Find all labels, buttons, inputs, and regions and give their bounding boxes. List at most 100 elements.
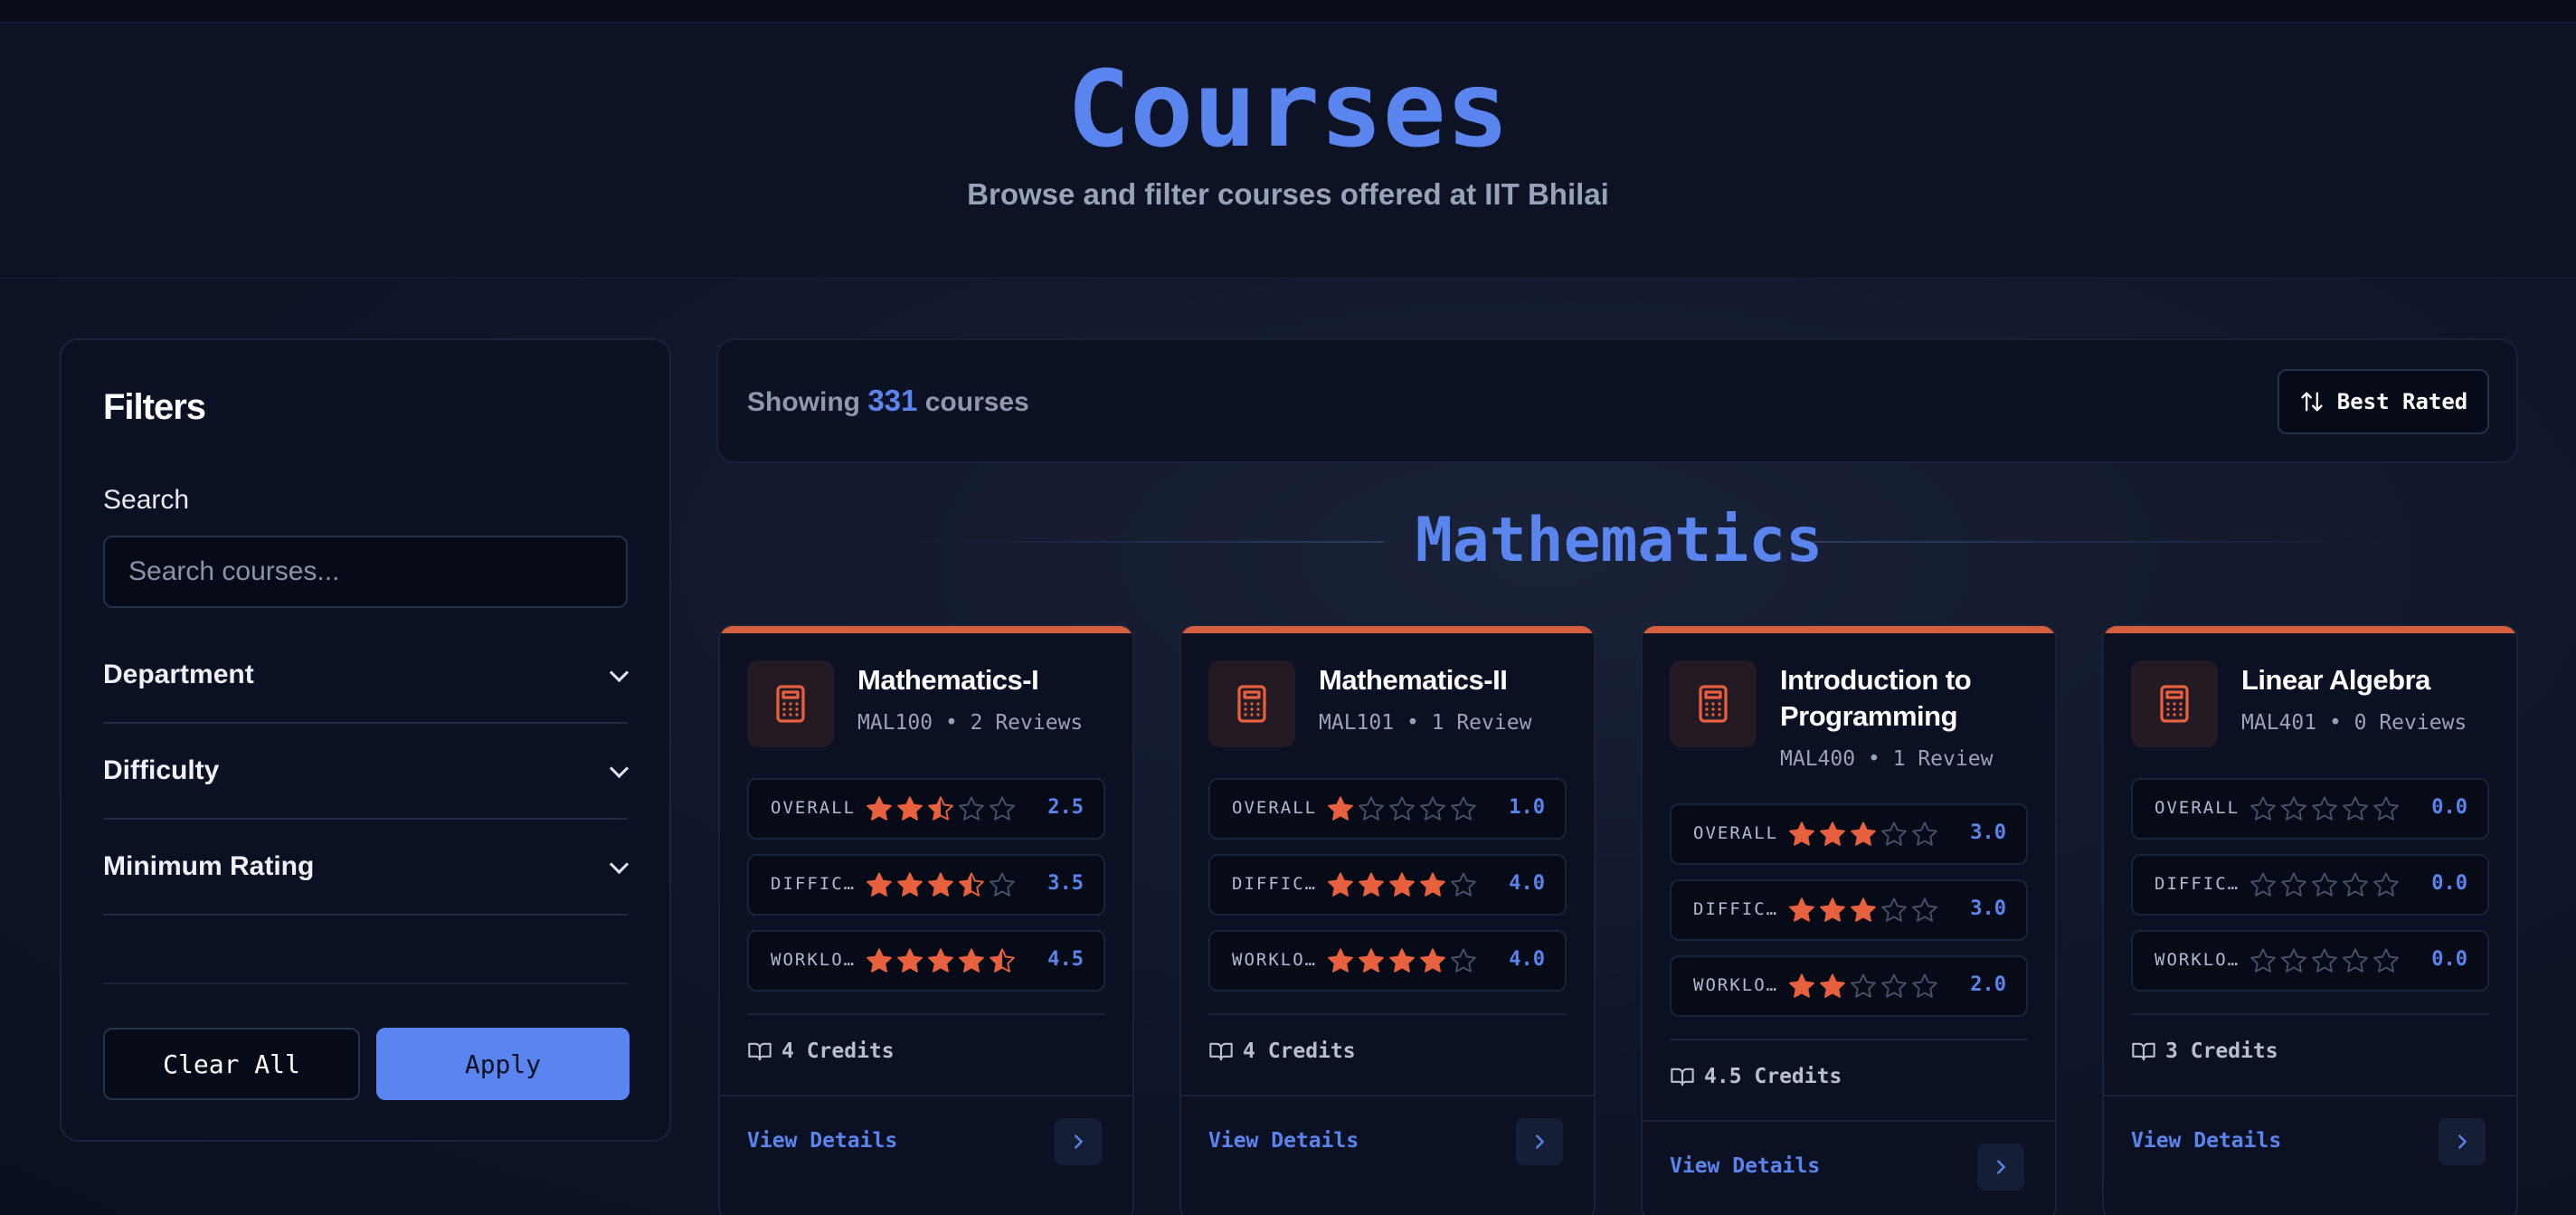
star-icon — [1328, 948, 1353, 973]
department-filter[interactable]: Department — [103, 628, 628, 724]
book-icon — [2132, 1042, 2155, 1061]
rating-label: WORKLOAD — [771, 950, 861, 970]
department-filter-label: Department — [103, 660, 254, 689]
page-title: Courses — [1066, 49, 1510, 171]
credits-info: 3 Credits — [2131, 1039, 2278, 1064]
star-rating — [2249, 946, 2401, 975]
course-title: Mathematics-II — [1319, 664, 1508, 696]
view-details-link[interactable]: View Details — [2131, 1129, 2281, 1153]
star-icon — [2250, 796, 2276, 821]
card-accent-bar — [1643, 626, 2055, 633]
star-rating — [1326, 946, 1478, 975]
card-accent-bar — [1181, 626, 1594, 633]
rating-label: DIFFICULTY — [771, 874, 861, 894]
star-icon — [1851, 897, 1876, 922]
star-icon — [1359, 948, 1384, 973]
rating-row: DIFFICULTY 0.0 — [2131, 854, 2489, 916]
section-divider-right — [1813, 541, 2391, 543]
course-meta: MAL400 • 1 Review — [1780, 747, 1993, 771]
difficulty-filter[interactable]: Difficulty — [103, 724, 628, 820]
rating-row: DIFFICULTY 3.5 — [747, 854, 1105, 916]
star-icon — [2250, 872, 2276, 897]
apply-button[interactable]: Apply — [376, 1028, 630, 1100]
star-icon — [1328, 872, 1353, 897]
review-count: 2 Reviews — [970, 711, 1084, 735]
rating-value: 2.5 — [1047, 796, 1084, 819]
review-count: 1 Review — [1892, 747, 1994, 771]
view-details-link[interactable]: View Details — [1670, 1154, 1820, 1178]
star-icon — [1389, 796, 1415, 821]
star-icon — [2373, 796, 2399, 821]
star-icon — [1820, 973, 1845, 998]
course-card[interactable]: Linear Algebra MAL401 • 0 Reviews OVERALL 0… — [2102, 624, 2518, 1215]
view-details-button[interactable] — [2439, 1118, 2486, 1165]
course-card[interactable]: Introduction to Programming MAL400 • 1 Re… — [1641, 624, 2057, 1215]
difficulty-filter-label: Difficulty — [103, 755, 220, 785]
review-count: 0 Reviews — [2353, 711, 2467, 735]
rating-label: OVERALL — [1232, 798, 1318, 818]
card-divider — [1670, 1039, 2028, 1040]
section-divider-left — [914, 541, 1384, 543]
view-details-link[interactable]: View Details — [1208, 1129, 1359, 1153]
rating-label: DIFFICULTY — [1693, 899, 1784, 919]
star-icon — [897, 948, 923, 973]
star-icon — [2343, 872, 2368, 897]
minimum-rating-filter[interactable]: Minimum Rating — [103, 820, 628, 916]
course-meta: MAL100 • 2 Reviews — [857, 711, 1083, 735]
star-icon — [1881, 821, 1907, 846]
view-details-link[interactable]: View Details — [747, 1129, 897, 1153]
meta-separator: • — [1855, 747, 1893, 771]
star-rating — [865, 794, 1017, 823]
sort-button[interactable]: Best Rated — [2278, 369, 2489, 434]
view-details-button[interactable] — [1055, 1118, 1102, 1165]
star-rating — [865, 946, 1017, 975]
course-card[interactable]: Mathematics-I MAL100 • 2 Reviews OVERALL 2.… — [718, 624, 1134, 1215]
star-icon — [1359, 872, 1384, 897]
filters-panel: Filters Search Department Difficulty Min… — [60, 338, 671, 1142]
view-details-button[interactable] — [1977, 1144, 2024, 1191]
card-divider — [2131, 1013, 2489, 1015]
rating-value: 0.0 — [2431, 796, 2467, 819]
star-icon — [959, 796, 984, 821]
rating-row: OVERALL 1.0 — [1208, 778, 1567, 840]
rating-label: OVERALL — [1693, 823, 1779, 843]
star-icon — [1420, 796, 1445, 821]
star-icon — [1451, 796, 1476, 821]
chevron-down-icon — [610, 762, 628, 780]
star-icon — [1820, 821, 1845, 846]
star-icon — [1881, 973, 1907, 998]
clear-all-button[interactable]: Clear All — [103, 1028, 360, 1100]
results-count: Showing 331 courses — [747, 384, 1029, 418]
star-icon — [1851, 821, 1876, 846]
star-icon — [1451, 948, 1476, 973]
chevron-right-icon — [1997, 1160, 2005, 1174]
rating-row: WORKLOAD 2.0 — [1670, 955, 2028, 1017]
star-icon — [1420, 948, 1445, 973]
star-icon — [1359, 796, 1384, 821]
credits-label: 4 Credits — [781, 1039, 895, 1063]
rating-label: WORKLOAD — [1232, 950, 1322, 970]
view-details-button[interactable] — [1516, 1118, 1563, 1165]
rating-row: OVERALL 0.0 — [2131, 778, 2489, 840]
star-icon — [928, 796, 953, 821]
card-divider — [1208, 1013, 1567, 1015]
calculator-icon — [1670, 660, 1757, 747]
rating-row: OVERALL 2.5 — [747, 778, 1105, 840]
chevron-down-icon — [610, 858, 628, 876]
credits-info: 4 Credits — [747, 1039, 895, 1064]
search-input[interactable] — [103, 536, 628, 608]
calculator-icon — [2131, 660, 2218, 747]
rating-value: 1.0 — [1509, 796, 1545, 819]
star-icon — [2312, 796, 2337, 821]
star-icon — [2373, 948, 2399, 973]
star-icon — [2281, 796, 2306, 821]
star-icon — [867, 796, 892, 821]
star-icon — [897, 872, 923, 897]
star-icon — [1912, 897, 1937, 922]
chevron-right-icon — [1536, 1134, 1544, 1149]
course-card[interactable]: Mathematics-II MAL101 • 1 Review OVERALL 1.… — [1179, 624, 1596, 1215]
star-icon — [2343, 948, 2368, 973]
course-title: Mathematics-I — [857, 664, 1039, 696]
filters-title: Filters — [103, 387, 206, 427]
rating-row: WORKLOAD 4.5 — [747, 930, 1105, 992]
